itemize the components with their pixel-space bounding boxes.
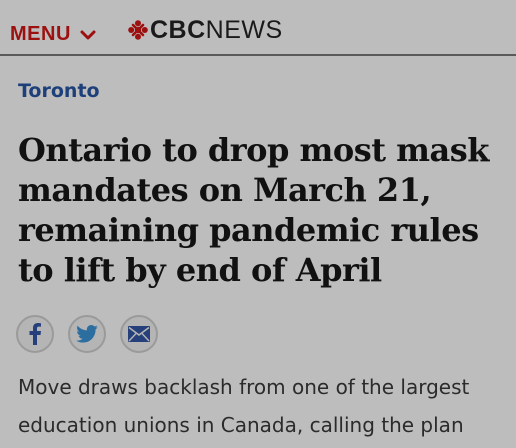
article-deck: Move draws backlash from one of the larg… <box>18 375 470 437</box>
cbc-gem-icon <box>128 20 148 40</box>
share-facebook-button[interactable] <box>16 315 54 353</box>
share-buttons <box>16 315 158 353</box>
share-email-button[interactable] <box>120 315 158 353</box>
facebook-icon <box>28 323 42 345</box>
site-header: MENU CBC NEWS <box>0 0 516 56</box>
chevron-down-icon <box>79 27 97 41</box>
logo-text-cbc: CBC <box>150 15 206 44</box>
menu-button[interactable]: MENU <box>10 22 97 46</box>
menu-label: MENU <box>10 22 71 45</box>
twitter-icon <box>76 325 98 343</box>
article-headline: Ontario to drop most mask mandates on Ma… <box>18 131 489 289</box>
share-twitter-button[interactable] <box>68 315 106 353</box>
email-icon <box>128 326 150 342</box>
cbc-news-logo[interactable]: CBC NEWS <box>128 16 283 44</box>
logo-text-news: NEWS <box>205 15 283 44</box>
section-link-toronto[interactable]: Toronto <box>18 80 100 102</box>
